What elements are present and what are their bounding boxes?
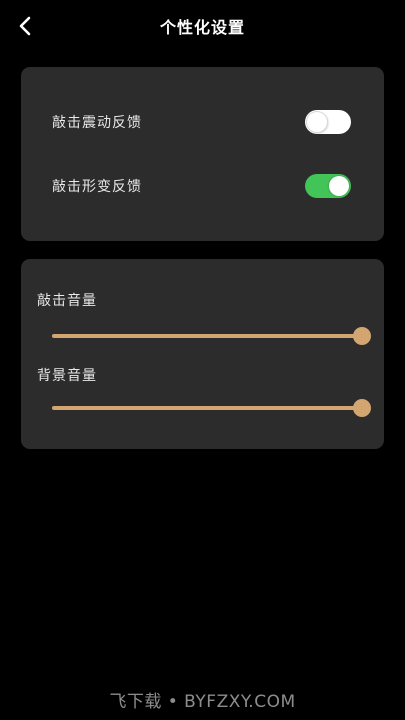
vibration-feedback-label: 敲击震动反馈 (52, 115, 142, 131)
feedback-settings-card: 敲击震动反馈 敲击形变反馈 (21, 67, 384, 241)
toggle-knob (329, 176, 349, 196)
slider-thumb[interactable] (353, 327, 371, 345)
background-volume-label: 背景音量 (37, 368, 97, 384)
slider-fill (52, 334, 362, 338)
background-volume-slider[interactable] (52, 398, 371, 418)
deformation-feedback-label: 敲击形变反馈 (52, 179, 142, 195)
tap-volume-slider[interactable] (52, 326, 371, 346)
vibration-feedback-row: 敲击震动反馈 (21, 107, 384, 137)
slider-thumb[interactable] (353, 399, 371, 417)
slider-fill (52, 406, 362, 410)
toggle-knob (307, 112, 327, 132)
page-title: 个性化设置 (159, 18, 245, 37)
deformation-feedback-row: 敲击形变反馈 (21, 171, 384, 201)
watermark-text: 飞下载 • BYFZXY.COM (109, 692, 296, 712)
tap-volume-label: 敲击音量 (37, 293, 97, 309)
volume-settings-card: 敲击音量 背景音量 (21, 259, 384, 449)
header-bar: 个性化设置 (0, 0, 405, 52)
vibration-feedback-toggle[interactable] (305, 110, 351, 134)
deformation-feedback-toggle[interactable] (305, 174, 351, 198)
